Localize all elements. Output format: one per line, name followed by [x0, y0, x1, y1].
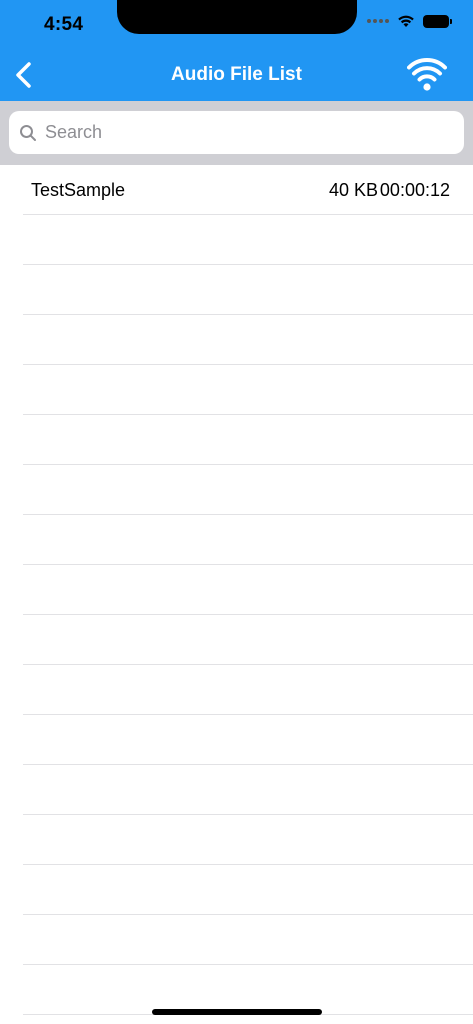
empty-row: [23, 465, 473, 515]
file-size: 40 KB: [328, 180, 378, 200]
audio-file-row[interactable]: TestSample 40 KB 00:00:12: [23, 165, 473, 215]
empty-row: [23, 965, 473, 1015]
empty-row: [23, 515, 473, 565]
search-icon: [20, 124, 36, 141]
empty-row: [23, 315, 473, 365]
empty-row: [23, 815, 473, 865]
empty-row: [23, 915, 473, 965]
page-title: Audio File List: [171, 64, 302, 85]
empty-row: [23, 365, 473, 415]
status-wifi-icon: [398, 15, 414, 27]
empty-row: [23, 265, 473, 315]
cellular-signal-icon: [367, 19, 389, 23]
device-notch: [117, 0, 357, 34]
search-input[interactable]: [43, 121, 447, 144]
status-indicators: [367, 14, 452, 28]
search-field[interactable]: [9, 111, 464, 154]
empty-row: [23, 615, 473, 665]
home-indicator[interactable]: [152, 1009, 322, 1015]
navigation-header: 4:54 Audio File List: [0, 0, 473, 101]
battery-icon: [423, 14, 452, 28]
empty-row: [23, 415, 473, 465]
empty-row: [23, 715, 473, 765]
status-time: 4:54: [44, 14, 84, 35]
empty-row: [23, 565, 473, 615]
audio-file-list-screen: 4:54 Audio File List Search TestSample 4…: [0, 0, 473, 1024]
wifi-icon[interactable]: [407, 58, 447, 92]
empty-row: [23, 665, 473, 715]
empty-row: [23, 765, 473, 815]
file-duration: 00:00:12: [379, 180, 450, 200]
empty-row: [23, 865, 473, 915]
empty-row: [23, 215, 473, 265]
audio-file-list: TestSample 40 KB 00:00:12: [0, 165, 473, 1015]
search-bar-container: [0, 101, 473, 165]
file-name: TestSample: [31, 180, 126, 200]
